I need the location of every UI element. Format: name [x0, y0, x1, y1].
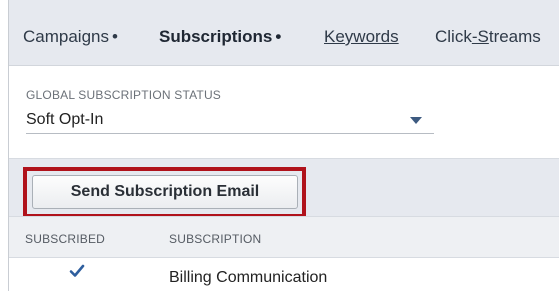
- table-row: Billing Communication: [9, 258, 559, 291]
- tab-click-streams-label: Click-Streams: [435, 27, 541, 46]
- checkmark-icon[interactable]: [69, 263, 85, 279]
- tab-keywords[interactable]: Keywords: [324, 27, 399, 47]
- tab-campaigns-dot: •: [112, 27, 118, 46]
- global-subscription-status-value: Soft Opt-In: [26, 111, 104, 128]
- column-header-subscription: SUBSCRIPTION: [169, 232, 262, 246]
- action-bar: Send Subscription Email: [9, 158, 559, 218]
- column-header-subscribed: SUBSCRIBED: [25, 232, 106, 246]
- tab-subscriptions-label: Subscriptions: [159, 27, 273, 46]
- chevron-down-icon: [410, 117, 422, 124]
- tab-click-streams[interactable]: Click-Streams: [435, 27, 541, 47]
- tab-keywords-label: Keywords: [324, 27, 399, 46]
- global-subscription-status-label: GLOBAL SUBSCRIPTION STATUS: [26, 88, 222, 102]
- subscriptions-panel: Campaigns • Subscriptions • Keywords Click…: [8, 0, 559, 291]
- subscriptions-table-header: SUBSCRIBED SUBSCRIPTION: [9, 216, 559, 258]
- tab-campaigns-label: Campaigns: [23, 27, 109, 46]
- send-subscription-email-button[interactable]: Send Subscription Email: [32, 175, 298, 209]
- global-status-section: GLOBAL SUBSCRIPTION STATUS Soft Opt-In: [9, 66, 559, 158]
- subtab-bar: Campaigns • Subscriptions • Keywords Click…: [9, 0, 559, 66]
- tab-subscriptions-dot: •: [275, 27, 282, 46]
- tab-subscriptions[interactable]: Subscriptions •: [159, 27, 281, 47]
- tab-campaigns[interactable]: Campaigns •: [23, 27, 118, 47]
- subscription-name: Billing Communication: [169, 269, 328, 286]
- global-subscription-status-select[interactable]: Soft Opt-In: [26, 108, 434, 134]
